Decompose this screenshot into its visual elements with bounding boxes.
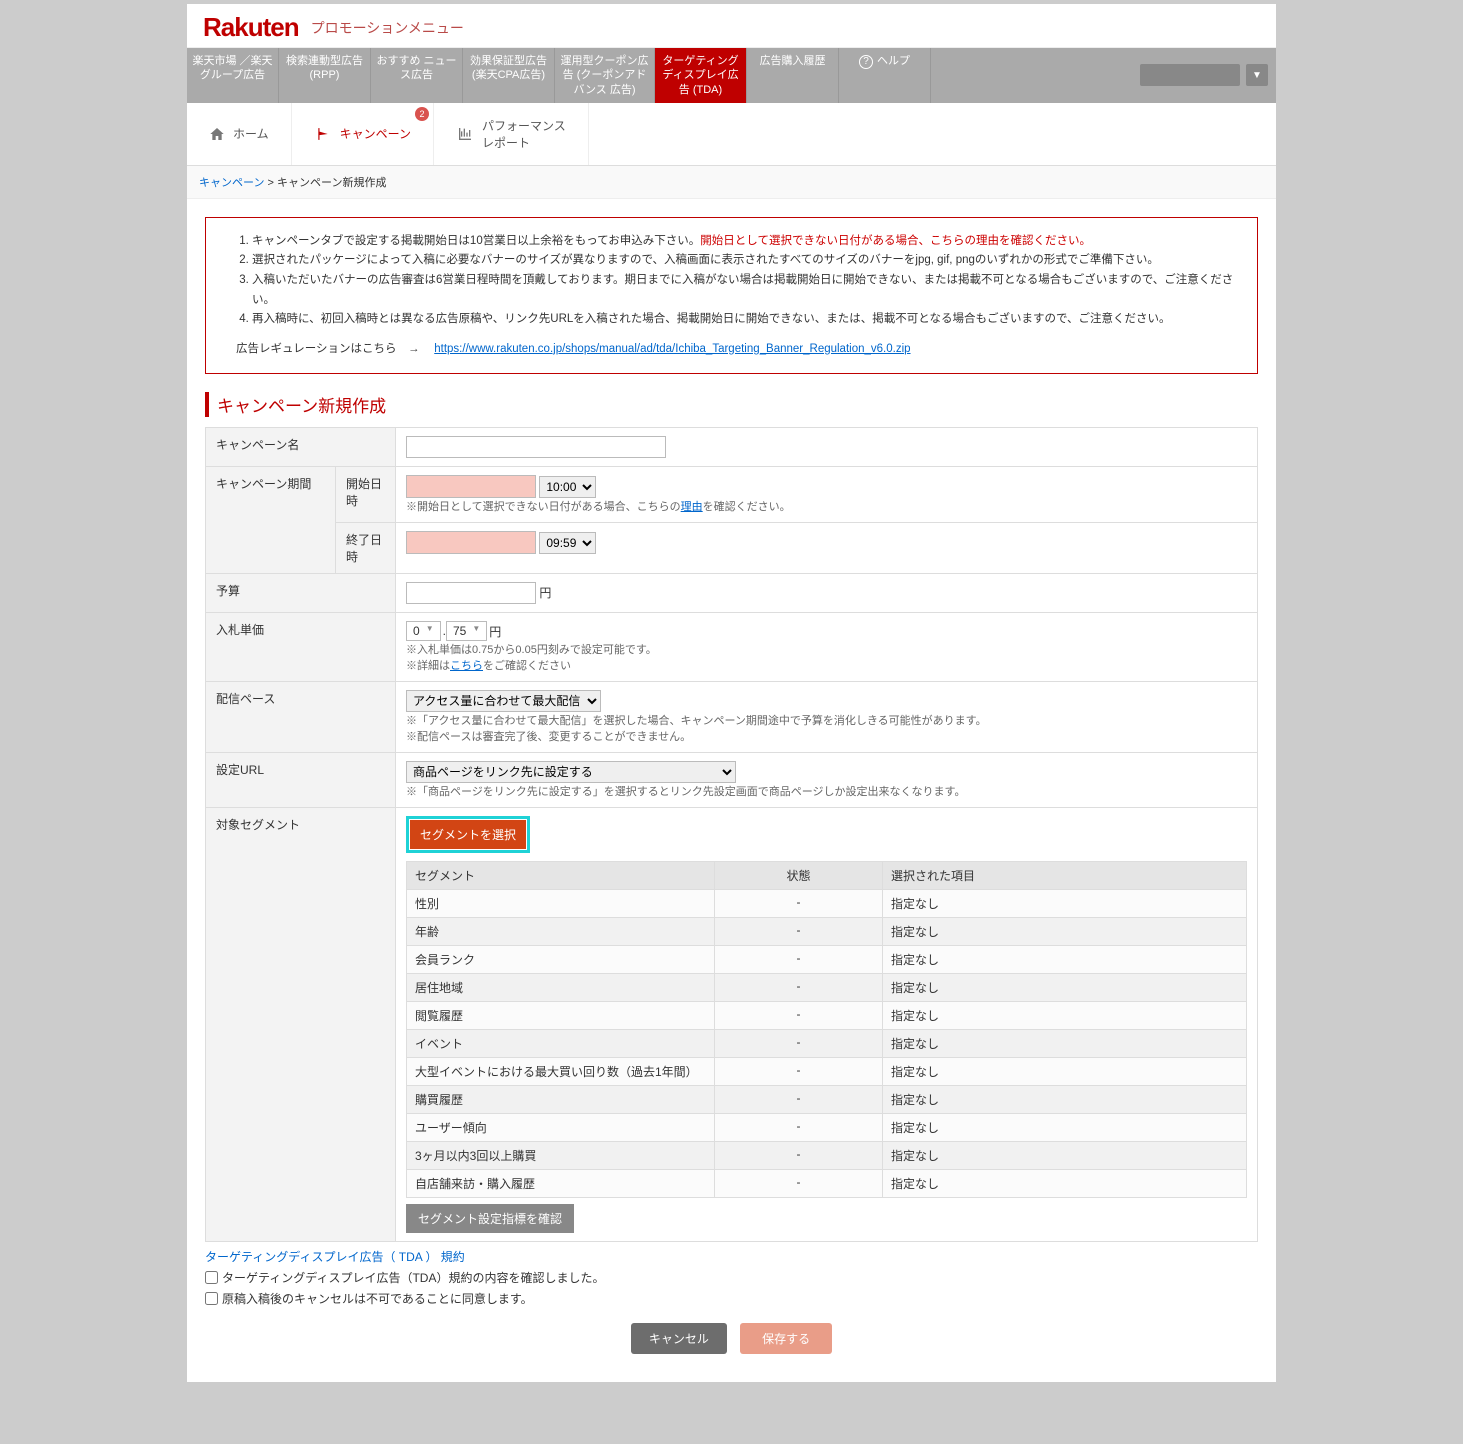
label-campaign-period: キャンペーン期間 (206, 467, 336, 574)
breadcrumb-current: キャンペーン新規作成 (277, 177, 386, 189)
help-icon: ? (859, 55, 873, 69)
terms-confirm-row[interactable]: ターゲティングディスプレイ広告（TDA）規約の内容を確認しました。 (205, 1269, 1258, 1286)
regulation-link[interactable]: https://www.rakuten.co.jp/shops/manual/a… (434, 343, 910, 355)
table-row: 居住地域 - 指定なし (407, 974, 1247, 1002)
notice-box: キャンペーンタブで設定する掲載開始日は10営業日以上余裕をもってお申込み下さい。… (205, 217, 1258, 374)
start-date-input[interactable] (406, 475, 536, 498)
label-pace: 配信ペース (206, 682, 396, 753)
chart-icon (456, 126, 474, 142)
gnav-history[interactable]: 広告購入履歴 (747, 48, 839, 103)
label-bid: 入札単価 (206, 613, 396, 682)
gnav-rpp[interactable]: 検索連動型広告 (RPP) (279, 48, 371, 103)
user-account-box[interactable] (1140, 64, 1240, 86)
subnav-report[interactable]: パフォーマンスレポート (434, 103, 589, 165)
subnav-campaign[interactable]: キャンペーン 2 (292, 103, 434, 165)
breadcrumb: キャンペーン > キャンペーン新規作成 (187, 166, 1276, 199)
url-select[interactable]: 商品ページをリンク先に設定する (406, 761, 736, 783)
cancel-agree-checkbox[interactable] (205, 1292, 218, 1305)
home-icon (209, 126, 225, 142)
bid-decimal-stepper[interactable]: 75▼ (446, 621, 487, 641)
chevron-down-icon: ▼ (426, 624, 434, 638)
start-time-select[interactable]: 10:00 (539, 476, 596, 498)
segment-metrics-button[interactable]: セグメント設定指標を確認 (406, 1204, 574, 1233)
gnav-news-ad[interactable]: おすすめ ニュース広告 (371, 48, 463, 103)
breadcrumb-campaign-link[interactable]: キャンペーン (199, 177, 264, 189)
flag-icon (314, 127, 332, 141)
chevron-down-icon: ▼ (472, 624, 480, 638)
sub-nav: ホーム キャンペーン 2 パフォーマンスレポート (187, 103, 1276, 166)
user-dropdown-chevron[interactable]: ▼ (1246, 64, 1268, 86)
table-row: ユーザー傾向 - 指定なし (407, 1114, 1247, 1142)
table-row: 閲覧履歴 - 指定なし (407, 1002, 1247, 1030)
subnav-home[interactable]: ホーム (187, 103, 292, 165)
label-segment: 対象セグメント (206, 808, 396, 1242)
table-row: 購買履歴 - 指定なし (407, 1086, 1247, 1114)
label-end-date: 終了日時 (336, 523, 396, 574)
global-nav: 楽天市場 ／楽天グループ広告 検索連動型広告 (RPP) おすすめ ニュース広告… (187, 48, 1276, 103)
save-button[interactable]: 保存する (740, 1323, 832, 1354)
label-url: 設定URL (206, 753, 396, 808)
cancel-button[interactable]: キャンセル (631, 1323, 727, 1354)
table-row: イベント - 指定なし (407, 1030, 1247, 1058)
table-row: 会員ランク - 指定なし (407, 946, 1247, 974)
bid-detail-link[interactable]: こちら (450, 660, 483, 672)
gnav-help[interactable]: ?ヘルプ (839, 48, 931, 103)
table-row: 性別 - 指定なし (407, 890, 1247, 918)
top-header: Rakuten プロモーションメニュー (187, 4, 1276, 48)
table-row: 自店舗来訪・購入履歴 - 指定なし (407, 1170, 1247, 1198)
logo-subtitle: プロモーションメニュー (311, 18, 464, 38)
cancel-agree-row[interactable]: 原稿入稿後のキャンセルは不可であることに同意します。 (205, 1290, 1258, 1307)
table-row: 3ヶ月以内3回以上購買 - 指定なし (407, 1142, 1247, 1170)
campaign-name-input[interactable] (406, 436, 666, 458)
tda-terms-link[interactable]: ターゲティングディスプレイ広告（ TDA ） 規約 (205, 1250, 465, 1264)
rakuten-logo: Rakuten (203, 12, 299, 43)
budget-input[interactable] (406, 582, 536, 604)
label-budget: 予算 (206, 574, 396, 613)
segment-select-button[interactable]: セグメントを選択 (410, 820, 526, 849)
campaign-badge: 2 (415, 107, 429, 121)
terms-confirm-checkbox[interactable] (205, 1271, 218, 1284)
segment-table: セグメント 状態 選択された項目 性別 - 指定なし年齢 - 指定なし会員ランク (406, 861, 1247, 1198)
gnav-rakuten-ad[interactable]: 楽天市場 ／楽天グループ広告 (187, 48, 279, 103)
pace-select[interactable]: アクセス量に合わせて最大配信 (406, 690, 601, 712)
gnav-tda[interactable]: ターゲティング ディスプレイ広告 (TDA) (655, 48, 747, 103)
table-row: 年齢 - 指定なし (407, 918, 1247, 946)
segment-select-highlight: セグメントを選択 (406, 816, 530, 853)
start-reason-link[interactable]: 理由 (681, 501, 703, 513)
end-time-select[interactable]: 09:59 (539, 532, 596, 554)
section-title: キャンペーン新規作成 (205, 392, 1258, 417)
campaign-form: キャンペーン名 キャンペーン期間 開始日時 10:00 ※開始日として選択できな… (205, 427, 1258, 1242)
bid-integer-stepper[interactable]: 0▼ (406, 621, 441, 641)
end-date-input[interactable] (406, 531, 536, 554)
label-campaign-name: キャンペーン名 (206, 428, 396, 467)
label-start-date: 開始日時 (336, 467, 396, 523)
table-row: 大型イベントにおける最大買い回り数（過去1年間） - 指定なし (407, 1058, 1247, 1086)
gnav-coupon[interactable]: 運用型クーポン広告 (クーポンアドバンス 広告) (555, 48, 655, 103)
gnav-cpa[interactable]: 効果保証型広告 (楽天CPA広告) (463, 48, 555, 103)
